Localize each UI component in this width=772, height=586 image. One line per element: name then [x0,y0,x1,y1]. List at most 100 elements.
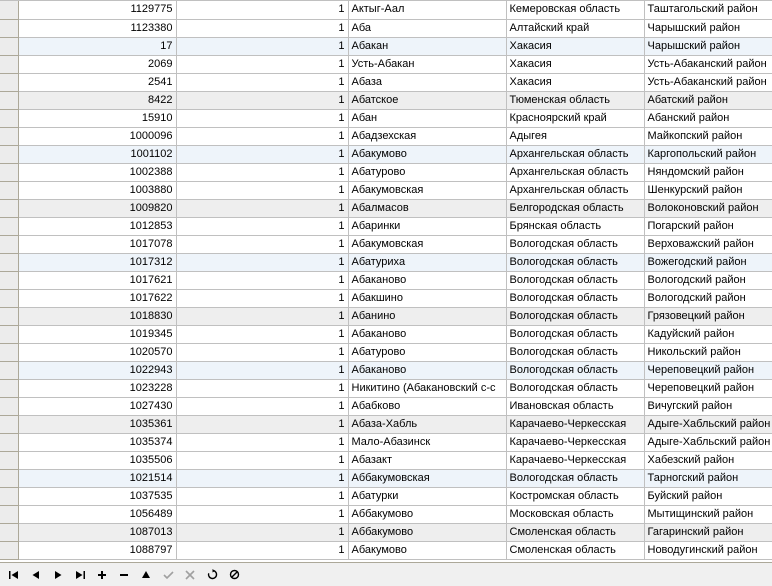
cell-flag[interactable]: 1 [176,55,348,73]
cell-name[interactable]: Абаза [348,73,506,91]
cell-id[interactable]: 1035506 [18,451,176,469]
cell-district[interactable]: Грязовецкий район [644,307,772,325]
row-indicator[interactable] [0,163,18,181]
row-indicator[interactable] [0,253,18,271]
cell-id[interactable]: 1035361 [18,415,176,433]
cell-district[interactable]: Усть-Абаканский район [644,55,772,73]
cell-id[interactable]: 1001102 [18,145,176,163]
table-row[interactable]: 10274301АбабковоИвановская областьВичугс… [0,397,772,415]
cell-flag[interactable]: 1 [176,127,348,145]
cell-region[interactable]: Вологодская область [506,307,644,325]
table-row[interactable]: 10128531АбаринкиБрянская областьПогарски… [0,217,772,235]
cell-name[interactable]: Абакумовская [348,181,506,199]
table-row[interactable]: 10098201АбалмасовБелгородская областьВол… [0,199,772,217]
row-indicator[interactable] [0,487,18,505]
table-row[interactable]: 10232281Никитино (Абакановский с-сВолого… [0,379,772,397]
cell-district[interactable]: Абанский район [644,109,772,127]
nav-cancel-button[interactable] [180,566,200,584]
table-row[interactable]: 10215141АббакумовскаяВологодская область… [0,469,772,487]
cell-flag[interactable]: 1 [176,541,348,559]
cell-name[interactable]: Абаканово [348,271,506,289]
cell-region[interactable]: Ивановская область [506,397,644,415]
cell-region[interactable]: Белгородская область [506,199,644,217]
cell-id[interactable]: 17 [18,37,176,55]
row-indicator[interactable] [0,307,18,325]
cell-id[interactable]: 1017078 [18,235,176,253]
cell-id[interactable]: 1012853 [18,217,176,235]
cell-id[interactable]: 1037535 [18,487,176,505]
cell-district[interactable]: Няндомский район [644,163,772,181]
row-indicator[interactable] [0,433,18,451]
cell-region[interactable]: Московская область [506,505,644,523]
cell-region[interactable]: Вологодская область [506,271,644,289]
cell-district[interactable]: Хабезский район [644,451,772,469]
cell-district[interactable]: Погарский район [644,217,772,235]
cell-name[interactable]: Абадзехская [348,127,506,145]
cell-flag[interactable]: 1 [176,469,348,487]
cell-flag[interactable]: 1 [176,451,348,469]
table-row[interactable]: 11297751Актыг-АалКемеровская областьТашт… [0,1,772,19]
row-indicator[interactable] [0,1,18,19]
cell-name[interactable]: Абатское [348,91,506,109]
cell-region[interactable]: Вологодская область [506,235,644,253]
table-row[interactable]: 10887971АбакумовоСмоленская областьНовод… [0,541,772,559]
table-row[interactable]: 10353611Абаза-ХабльКарачаево-ЧеркесскаяА… [0,415,772,433]
nav-post-button[interactable] [158,566,178,584]
cell-district[interactable]: Чарышский район [644,19,772,37]
table-row[interactable]: 10205701АбатуровоВологодская областьНико… [0,343,772,361]
table-row[interactable]: 10188301АбаниноВологодская областьГрязов… [0,307,772,325]
row-indicator[interactable] [0,379,18,397]
cell-id[interactable]: 1129775 [18,1,176,19]
cell-flag[interactable]: 1 [176,289,348,307]
cell-district[interactable]: Чарышский район [644,37,772,55]
cell-region[interactable]: Карачаево-Черкесская [506,451,644,469]
row-indicator[interactable] [0,109,18,127]
cell-district[interactable]: Абатский район [644,91,772,109]
cell-name[interactable]: Абабково [348,397,506,415]
table-row[interactable]: 84221АбатскоеТюменская областьАбатский р… [0,91,772,109]
cell-flag[interactable]: 1 [176,19,348,37]
table-row[interactable]: 10353741Мало-АбазинскКарачаево-Черкесска… [0,433,772,451]
table-row[interactable]: 11233801АбаАлтайский крайЧарышский район [0,19,772,37]
cell-name[interactable]: Абакумово [348,145,506,163]
cell-region[interactable]: Вологодская область [506,289,644,307]
cell-id[interactable]: 1017621 [18,271,176,289]
cell-name[interactable]: Аббакумово [348,505,506,523]
cell-region[interactable]: Хакасия [506,55,644,73]
row-indicator[interactable] [0,361,18,379]
cell-region[interactable]: Смоленская область [506,523,644,541]
cell-region[interactable]: Архангельская область [506,163,644,181]
cell-region[interactable]: Алтайский край [506,19,644,37]
cell-id[interactable]: 1017622 [18,289,176,307]
table-row[interactable]: 10375351АбатуркиКостромская областьБуйск… [0,487,772,505]
row-indicator[interactable] [0,541,18,559]
cell-flag[interactable]: 1 [176,91,348,109]
row-indicator[interactable] [0,397,18,415]
cell-flag[interactable]: 1 [176,199,348,217]
cell-region[interactable]: Брянская область [506,217,644,235]
nav-next-button[interactable] [48,566,68,584]
cell-name[interactable]: Аба [348,19,506,37]
cell-region[interactable]: Вологодская область [506,325,644,343]
cell-name[interactable]: Никитино (Абакановский с-с [348,379,506,397]
cell-region[interactable]: Адыгея [506,127,644,145]
cell-id[interactable]: 1027430 [18,397,176,415]
row-indicator[interactable] [0,181,18,199]
row-indicator[interactable] [0,271,18,289]
cell-name[interactable]: Абатуриха [348,253,506,271]
cell-region[interactable]: Карачаево-Черкесская [506,415,644,433]
cell-id[interactable]: 8422 [18,91,176,109]
cell-region[interactable]: Архангельская область [506,145,644,163]
cell-flag[interactable]: 1 [176,73,348,91]
row-indicator[interactable] [0,325,18,343]
cell-flag[interactable]: 1 [176,379,348,397]
table-row[interactable]: 10229431АбакановоВологодская областьЧере… [0,361,772,379]
cell-region[interactable]: Кемеровская область [506,1,644,19]
cell-id[interactable]: 1088797 [18,541,176,559]
row-indicator[interactable] [0,37,18,55]
cell-district[interactable]: Тарногский район [644,469,772,487]
cell-id[interactable]: 2541 [18,73,176,91]
cell-name[interactable]: Абаканово [348,325,506,343]
cell-region[interactable]: Вологодская область [506,469,644,487]
table-row[interactable]: 10038801АбакумовскаяАрхангельская област… [0,181,772,199]
